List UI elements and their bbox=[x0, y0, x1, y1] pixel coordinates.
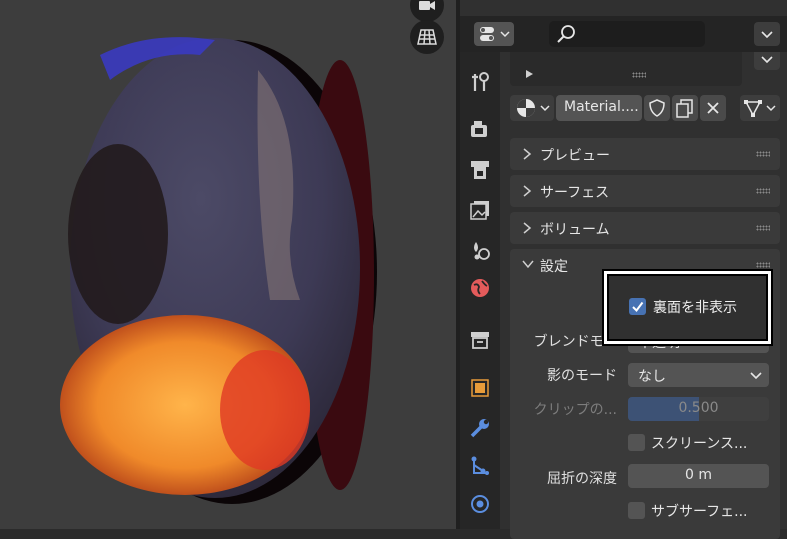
chevron-right-icon bbox=[523, 148, 532, 160]
backface-culling-highlight: 裏面を非表示 bbox=[604, 271, 771, 344]
tab-particles[interactable] bbox=[468, 454, 492, 478]
particles-icon bbox=[471, 456, 489, 475]
shadow-mode-label: 影のモード bbox=[547, 368, 617, 384]
shadow-mode-value: なし bbox=[638, 369, 666, 385]
properties-tabs bbox=[460, 52, 500, 529]
checkmark-icon bbox=[632, 301, 644, 313]
material-sphere-icon bbox=[517, 99, 550, 117]
shadow-mode-dropdown[interactable]: なし bbox=[628, 363, 769, 387]
tab-view-layer[interactable] bbox=[468, 198, 492, 222]
chevron-down-icon bbox=[761, 31, 773, 39]
duplicate-material-button[interactable] bbox=[672, 95, 698, 121]
output-icon bbox=[471, 161, 489, 179]
volume-panel-label: ボリューム bbox=[540, 222, 610, 238]
backface-culling-checkbox[interactable] bbox=[629, 298, 646, 315]
blend-mode-label: ブレンドモ... bbox=[533, 334, 617, 350]
refraction-depth-label: 屈折の深度 bbox=[547, 471, 617, 487]
physics-icon bbox=[471, 495, 489, 513]
fake-user-button[interactable] bbox=[644, 95, 670, 121]
close-icon bbox=[707, 102, 719, 114]
backface-culling-label: 裏面を非表示 bbox=[653, 300, 737, 316]
screen-space-refraction-checkbox[interactable] bbox=[628, 434, 645, 451]
preview-panel-label: プレビュー bbox=[540, 148, 610, 164]
camera-icon bbox=[419, 1, 435, 10]
properties-editor-icon bbox=[480, 27, 510, 41]
view-layer-icon bbox=[470, 201, 489, 220]
chevron-right-icon bbox=[523, 222, 532, 234]
tab-physics[interactable] bbox=[468, 492, 492, 516]
refraction-depth-value: 0 m bbox=[685, 467, 712, 483]
volume-panel-header[interactable]: ボリューム bbox=[510, 212, 780, 244]
slot-menu-button[interactable] bbox=[754, 52, 780, 70]
tab-scene[interactable] bbox=[468, 238, 492, 262]
screen-space-refraction-label: スクリーンス... bbox=[651, 436, 748, 452]
unlink-material-button[interactable] bbox=[700, 95, 726, 121]
wrench-icon bbox=[470, 419, 489, 438]
preview-panel-header[interactable]: プレビュー bbox=[510, 138, 780, 170]
object-preview bbox=[60, 37, 377, 504]
clip-threshold-slider[interactable]: 0.500 bbox=[628, 397, 769, 421]
copy-icon bbox=[676, 99, 693, 118]
chevron-down-icon bbox=[761, 56, 773, 64]
chevron-right-icon bbox=[523, 185, 532, 197]
tab-object[interactable] bbox=[468, 376, 492, 400]
surface-panel-label: サーフェス bbox=[540, 185, 610, 201]
object-icon bbox=[471, 379, 489, 397]
properties-header bbox=[460, 16, 787, 52]
settings-panel-label: 設定 bbox=[540, 259, 568, 275]
clip-threshold-label: クリップの... bbox=[533, 402, 617, 418]
refraction-depth-field[interactable]: 0 m bbox=[628, 464, 769, 488]
mesh-data-icon bbox=[744, 100, 776, 117]
tool-icon bbox=[472, 72, 489, 91]
search-input[interactable] bbox=[549, 21, 705, 47]
drag-handle[interactable] bbox=[756, 262, 770, 268]
material-name-field[interactable]: Material.... bbox=[556, 95, 642, 121]
drag-handle[interactable] bbox=[756, 151, 770, 157]
subsurface-translucency-label: サブサーフェ... bbox=[651, 504, 748, 520]
subsurface-translucency-checkbox[interactable] bbox=[628, 502, 645, 519]
properties-editor: Material.... プレビュー サーフェス ボリューム 設定 ブレンドモ.… bbox=[460, 0, 787, 539]
3d-viewport[interactable] bbox=[0, 0, 456, 529]
tab-world[interactable] bbox=[468, 276, 492, 300]
tab-modifiers[interactable] bbox=[468, 416, 492, 440]
editor-type-dropdown[interactable] bbox=[474, 22, 514, 46]
tab-output[interactable] bbox=[468, 158, 492, 182]
search-icon bbox=[557, 25, 575, 43]
drag-handle[interactable] bbox=[756, 188, 770, 194]
chevron-down-icon bbox=[522, 260, 534, 269]
link-type-dropdown[interactable] bbox=[740, 95, 780, 121]
ortho-toggle-button[interactable] bbox=[410, 20, 444, 54]
material-slot-list[interactable] bbox=[510, 52, 742, 86]
tab-collection[interactable] bbox=[468, 328, 492, 352]
resize-grip[interactable] bbox=[632, 72, 646, 78]
play-icon bbox=[526, 70, 533, 78]
tab-tool[interactable] bbox=[468, 70, 492, 94]
render-icon bbox=[471, 121, 487, 137]
world-icon bbox=[471, 279, 489, 297]
scene-icon bbox=[474, 242, 490, 260]
material-name-text: Material.... bbox=[564, 99, 639, 115]
drag-handle[interactable] bbox=[756, 225, 770, 231]
material-browse-button[interactable] bbox=[510, 95, 554, 121]
surface-panel-header[interactable]: サーフェス bbox=[510, 175, 780, 207]
tab-render[interactable] bbox=[468, 118, 492, 142]
grid-icon bbox=[417, 29, 437, 45]
chevron-down-icon bbox=[750, 372, 762, 380]
collection-icon bbox=[471, 332, 489, 349]
options-dropdown[interactable] bbox=[754, 22, 780, 46]
shield-icon bbox=[649, 99, 665, 117]
clip-threshold-value: 0.500 bbox=[678, 400, 719, 416]
